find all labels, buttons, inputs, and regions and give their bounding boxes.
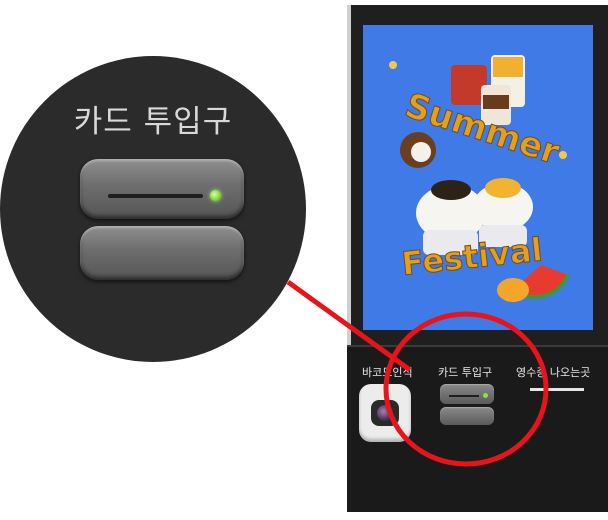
highlight-circle — [383, 311, 549, 467]
highlight-overlay — [286, 279, 549, 467]
